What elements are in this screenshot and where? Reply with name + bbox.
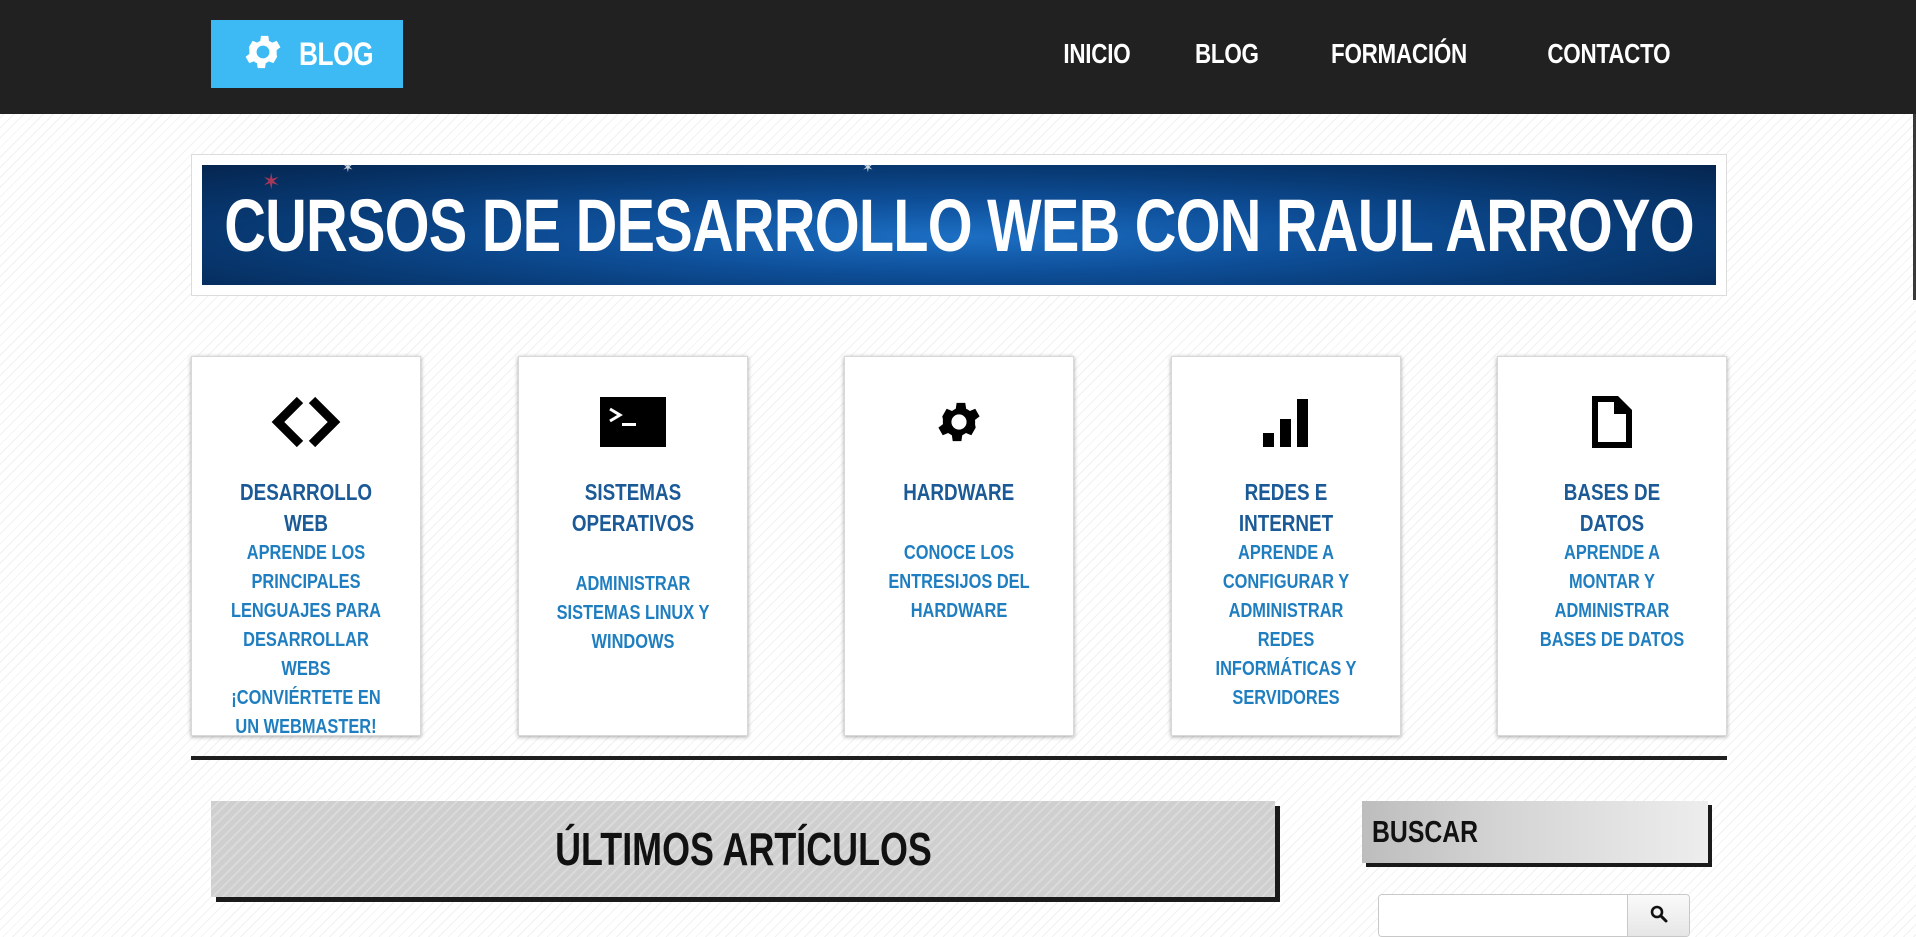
category-cards: DESARROLLO WEB APRENDE LOS PRINCIPALES L…: [191, 356, 1727, 738]
code-icon: [192, 395, 420, 449]
section-divider: [191, 756, 1727, 760]
search-button[interactable]: [1627, 895, 1689, 936]
nav-formacion[interactable]: FORMACIÓN: [1314, 38, 1485, 70]
card-sistemas-operativos[interactable]: SISTEMAS OPERATIVOS ADMINISTRAR SISTEMAS…: [518, 356, 748, 736]
card-title: HARDWARE: [903, 479, 1015, 505]
nav-blog[interactable]: BLOG: [1177, 38, 1276, 70]
card-title: SISTEMAS OPERATIVOS: [571, 479, 695, 536]
card-bases-datos[interactable]: BASES DE DATOS APRENDE A MONTAR Y ADMINI…: [1497, 356, 1727, 736]
card-title: REDES E INTERNET: [1238, 479, 1334, 536]
nav-inicio[interactable]: INICIO: [1046, 38, 1148, 70]
gear-icon: [241, 30, 285, 79]
search-input[interactable]: [1379, 895, 1627, 936]
card-title: BASES DE DATOS: [1563, 479, 1661, 536]
blog-logo-link[interactable]: BLOG: [211, 20, 403, 88]
terminal-icon: [519, 395, 747, 449]
main-nav: INICIO BLOG FORMACIÓN CONTACTO: [1033, 20, 1708, 88]
document-icon: [1498, 395, 1726, 449]
search-widget-header: BUSCAR: [1362, 801, 1708, 863]
card-description: APRENDE LOS PRINCIPALES LENGUAJES PARA D…: [230, 542, 382, 738]
card-description: APRENDE A MONTAR Y ADMINISTRAR BASES DE …: [1539, 542, 1685, 651]
logo-text: BLOG: [299, 35, 374, 72]
signal-bars-icon: [1172, 395, 1400, 449]
search-form: [1378, 894, 1690, 937]
card-description: APRENDE A CONFIGURAR Y ADMINISTRAR REDES…: [1215, 542, 1357, 709]
latest-articles-title: ÚLTIMOS ARTÍCULOS: [554, 823, 932, 875]
banner: ✶ ✶ ✶ ✦ CURSOS DE DESARROLLO WEB CON RAU…: [202, 165, 1716, 285]
card-description: ADMINISTRAR SISTEMAS LINUX Y WINDOWS: [556, 573, 710, 653]
card-hardware[interactable]: HARDWARE CONOCE LOS ENTRESIJOS DEL HARDW…: [844, 356, 1074, 736]
gear-icon: [845, 395, 1073, 449]
latest-articles-header: ÚLTIMOS ARTÍCULOS: [211, 801, 1275, 897]
banner-frame: ✶ ✶ ✶ ✦ CURSOS DE DESARROLLO WEB CON RAU…: [191, 154, 1727, 296]
nav-contacto[interactable]: CONTACTO: [1530, 38, 1688, 70]
search-widget-title: BUSCAR: [1372, 814, 1479, 849]
top-navbar: BLOG INICIO BLOG FORMACIÓN CONTACTO: [0, 0, 1916, 114]
card-title: DESARROLLO WEB: [239, 479, 373, 536]
card-desarrollo-web[interactable]: DESARROLLO WEB APRENDE LOS PRINCIPALES L…: [191, 356, 421, 738]
search-icon: [1650, 905, 1668, 926]
banner-title: CURSOS DE DESARROLLO WEB CON RAUL ARROYO: [224, 183, 1694, 267]
card-redes-internet[interactable]: REDES E INTERNET APRENDE A CONFIGURAR Y …: [1171, 356, 1401, 736]
card-description: CONOCE LOS ENTRESIJOS DEL HARDWARE: [888, 542, 1030, 622]
